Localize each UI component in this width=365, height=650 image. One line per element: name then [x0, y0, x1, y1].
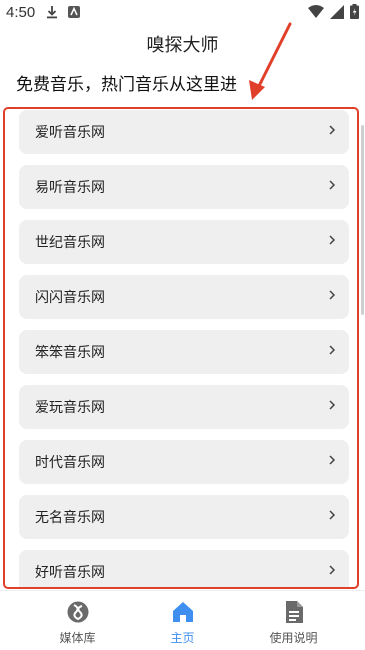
nav-label-instructions: 使用说明 [269, 631, 318, 645]
nav-item-home[interactable]: 主页 [122, 591, 243, 650]
site-item-label: 时代音乐网 [35, 455, 105, 471]
chevron-right-icon [329, 510, 336, 520]
site-item-label: 闪闪音乐网 [35, 290, 105, 306]
nav-item-instructions[interactable]: 使用说明 [233, 591, 354, 650]
page-title: 嗅探大师 [146, 35, 219, 56]
subtitle: 免费音乐，热门音乐从这里进 [16, 75, 237, 95]
chevron-right-icon [329, 180, 336, 190]
chevron-right-icon [329, 290, 336, 300]
site-item-label: 世纪音乐网 [35, 235, 105, 251]
bottom-nav: 媒体库 主页 使用说明 [0, 590, 365, 650]
site-item-label: 无名音乐网 [35, 510, 105, 526]
site-item-shidai[interactable]: 时代音乐网 [19, 440, 349, 484]
chevron-right-icon [329, 125, 336, 135]
title-bar: 嗅探大师 [0, 26, 365, 66]
site-item-aiting[interactable]: 爱听音乐网 [19, 110, 349, 154]
site-item-shanshan[interactable]: 闪闪音乐网 [19, 275, 349, 319]
site-item-label: 爱玩音乐网 [35, 400, 105, 416]
chevron-right-icon [329, 235, 336, 245]
site-item-aiwan[interactable]: 爱玩音乐网 [19, 385, 349, 429]
download-icon [47, 6, 57, 19]
chevron-right-icon [329, 455, 336, 465]
chevron-right-icon [329, 345, 336, 355]
cellular-signal-icon [330, 4, 344, 19]
chevron-right-icon [329, 565, 336, 575]
site-list-frame: 爱听音乐网 易听音乐网 世纪音乐网 闪闪音乐网 笨笨音乐网 爱玩音乐网 时代音乐… [3, 107, 359, 589]
media-library-icon [67, 601, 89, 623]
chevron-right-icon [329, 400, 336, 410]
site-item-label: 易听音乐网 [35, 180, 105, 196]
status-time: 4:50 [6, 4, 36, 21]
site-item-benben[interactable]: 笨笨音乐网 [19, 330, 349, 374]
site-item-yiting[interactable]: 易听音乐网 [19, 165, 349, 209]
home-icon [173, 602, 193, 622]
battery-icon [350, 4, 359, 19]
site-item-label: 好听音乐网 [35, 565, 105, 581]
site-item-haoting[interactable]: 好听音乐网 [19, 550, 349, 587]
scrollbar[interactable] [361, 125, 364, 315]
site-item-shiji[interactable]: 世纪音乐网 [19, 220, 349, 264]
site-item-label: 爱听音乐网 [35, 125, 105, 141]
status-bar: 4:50 [0, 0, 365, 26]
app-notification-icon [68, 6, 80, 18]
nav-label-media-library: 媒体库 [59, 631, 96, 645]
nav-label-home: 主页 [170, 631, 195, 645]
document-icon [286, 601, 303, 623]
nav-item-media-library[interactable]: 媒体库 [17, 591, 138, 650]
site-item-wuming[interactable]: 无名音乐网 [19, 495, 349, 539]
wifi-icon [308, 4, 324, 18]
site-item-label: 笨笨音乐网 [35, 345, 105, 361]
